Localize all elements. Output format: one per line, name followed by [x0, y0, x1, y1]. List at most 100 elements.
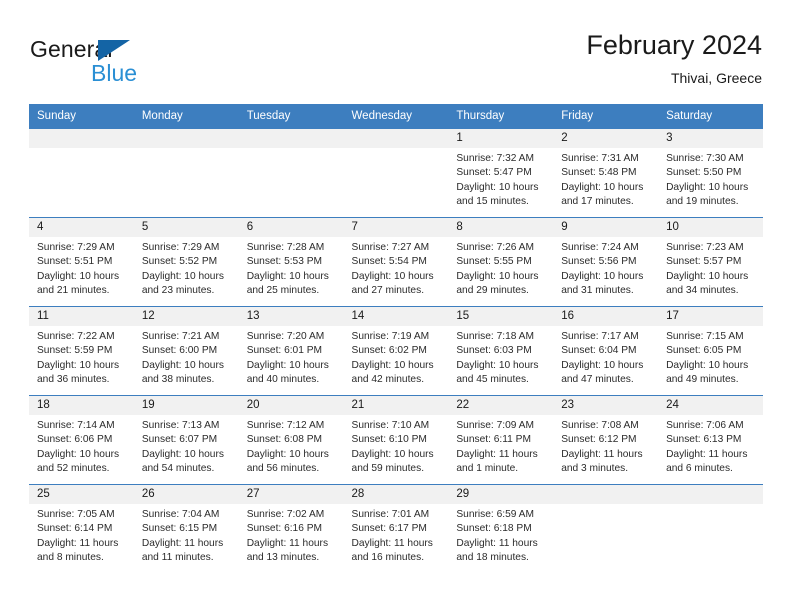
calendar-day-cell-empty — [658, 484, 763, 573]
page-header: General Blue February 2024 Thivai, Greec… — [30, 30, 762, 98]
day-number: 28 — [351, 487, 365, 500]
calendar-day-cell[interactable]: 28 Sunrise: 7:01 AM Sunset: 6:17 PM Dayligh… — [343, 484, 449, 573]
sunset-text: Sunset: 6:16 PM — [246, 523, 323, 535]
calendar-grid: Sunday Monday Tuesday Wednesday Thursday… — [29, 104, 763, 573]
weekday-header-sunday: Sunday — [37, 110, 77, 122]
calendar-day-cell[interactable]: 5 Sunrise: 7:29 AM Sunset: 5:52 PM Daylight… — [133, 217, 239, 306]
calendar-day-cell[interactable]: 26 Sunrise: 7:04 AM Sunset: 6:15 PM Dayligh… — [133, 484, 239, 573]
daylight-text-line1: Daylight: 10 hours — [561, 181, 644, 193]
sunrise-text: Sunrise: 7:29 AM — [141, 241, 220, 253]
calendar-day-cell[interactable]: 1 Sunrise: 7:32 AM Sunset: 5:47 PM Daylight… — [448, 128, 554, 217]
sunrise-text: Sunrise: 7:20 AM — [246, 330, 325, 342]
sunrise-text: Sunrise: 7:12 AM — [246, 419, 325, 431]
sunrise-text: Sunrise: 7:28 AM — [246, 241, 325, 253]
day-number: 9 — [561, 220, 568, 233]
day-number: 29 — [456, 487, 470, 500]
logo-text-blue: Blue — [91, 60, 138, 86]
sunrise-text: Sunrise: 7:08 AM — [561, 419, 639, 431]
day-number: 14 — [351, 309, 365, 322]
calendar-day-cell[interactable]: 3 Sunrise: 7:30 AM Sunset: 5:50 PM Daylight… — [658, 128, 763, 217]
day-number: 23 — [561, 398, 575, 411]
calendar-day-cell[interactable]: 8 Sunrise: 7:26 AM Sunset: 5:55 PM Daylight… — [448, 217, 554, 306]
calendar-day-cell[interactable]: 4 Sunrise: 7:29 AM Sunset: 5:51 PM Daylight… — [29, 217, 134, 306]
day-sun-info: Sunrise: 7:26 AM Sunset: 5:55 PM Daylight:… — [448, 237, 553, 299]
day-sun-info: Sunrise: 7:20 AM Sunset: 6:01 PM Daylight:… — [239, 326, 344, 388]
calendar-day-cell[interactable]: 17 Sunrise: 7:15 AM Sunset: 6:05 PM Dayligh… — [658, 306, 763, 395]
daylight-text-line1: Daylight: 11 hours — [456, 448, 538, 460]
day-sun-info — [344, 148, 449, 152]
daylight-text-line1: Daylight: 10 hours — [561, 270, 644, 282]
general-blue-logo[interactable]: General Blue — [30, 36, 260, 92]
day-sun-info: Sunrise: 7:12 AM Sunset: 6:08 PM Daylight:… — [239, 415, 344, 477]
calendar-day-cell[interactable]: 20 Sunrise: 7:12 AM Sunset: 6:08 PM Dayligh… — [238, 395, 344, 484]
calendar-day-cell[interactable]: 22 Sunrise: 7:09 AM Sunset: 6:11 PM Dayligh… — [448, 395, 554, 484]
day-number-band: 11 — [29, 306, 134, 326]
day-number: 21 — [351, 398, 365, 411]
calendar-day-cell[interactable]: 18 Sunrise: 7:14 AM Sunset: 6:06 PM Dayligh… — [29, 395, 134, 484]
sunrise-text: Sunrise: 7:14 AM — [37, 419, 115, 431]
day-sun-info: Sunrise: 7:23 AM Sunset: 5:57 PM Daylight:… — [658, 237, 763, 299]
calendar-day-cell[interactable]: 12 Sunrise: 7:21 AM Sunset: 6:00 PM Dayligh… — [133, 306, 239, 395]
calendar-day-cell[interactable]: 15 Sunrise: 7:18 AM Sunset: 6:03 PM Dayligh… — [448, 306, 554, 395]
day-sun-info: Sunrise: 7:29 AM Sunset: 5:52 PM Daylight:… — [134, 237, 239, 299]
sunrise-text: Sunrise: 7:13 AM — [141, 419, 220, 431]
sunrise-text: Sunrise: 7:10 AM — [351, 419, 430, 431]
calendar-day-cell[interactable]: 25 Sunrise: 7:05 AM Sunset: 6:14 PM Dayligh… — [29, 484, 134, 573]
sunset-text: Sunset: 6:12 PM — [561, 434, 637, 446]
calendar-week-row: 11 Sunrise: 7:22 AM Sunset: 5:59 PM Dayligh… — [29, 305, 763, 395]
sunset-text: Sunset: 6:10 PM — [351, 434, 427, 446]
calendar-day-cell[interactable]: 24 Sunrise: 7:06 AM Sunset: 6:13 PM Dayligh… — [658, 395, 763, 484]
calendar-day-cell[interactable]: 16 Sunrise: 7:17 AM Sunset: 6:04 PM Dayligh… — [553, 306, 659, 395]
weekday-header-friday: Friday — [561, 110, 594, 122]
calendar-day-cell[interactable]: 2 Sunrise: 7:31 AM Sunset: 5:48 PM Daylight… — [553, 128, 659, 217]
daylight-text-line1: Daylight: 10 hours — [141, 359, 224, 371]
weekday-header-monday: Monday — [141, 110, 183, 122]
calendar-day-cell[interactable]: 21 Sunrise: 7:10 AM Sunset: 6:10 PM Dayligh… — [343, 395, 449, 484]
day-sun-info: Sunrise: 7:05 AM Sunset: 6:14 PM Daylight:… — [29, 504, 134, 566]
day-sun-info — [134, 148, 239, 152]
day-number-band: 15 — [448, 306, 554, 326]
daylight-text-line1: Daylight: 11 hours — [141, 537, 224, 549]
sunrise-text: Sunrise: 6:59 AM — [456, 508, 534, 520]
sunrise-text: Sunrise: 7:01 AM — [351, 508, 430, 520]
day-sun-info: Sunrise: 7:15 AM Sunset: 6:05 PM Daylight:… — [658, 326, 763, 388]
daylight-text-line1: Daylight: 10 hours — [246, 448, 329, 460]
day-number-band: 27 — [238, 484, 344, 504]
calendar-day-cell[interactable]: 23 Sunrise: 7:08 AM Sunset: 6:12 PM Dayligh… — [553, 395, 659, 484]
calendar-day-cell[interactable]: 11 Sunrise: 7:22 AM Sunset: 5:59 PM Dayligh… — [29, 306, 134, 395]
sunset-text: Sunset: 6:18 PM — [456, 523, 532, 535]
day-number: 4 — [37, 220, 44, 233]
sunset-text: Sunset: 5:55 PM — [456, 256, 532, 268]
sunset-text: Sunset: 6:15 PM — [141, 523, 218, 535]
day-sun-info: Sunrise: 7:31 AM Sunset: 5:48 PM Daylight:… — [553, 148, 658, 210]
weekday-header-tuesday: Tuesday — [246, 110, 291, 122]
calendar-day-cell[interactable]: 13 Sunrise: 7:20 AM Sunset: 6:01 PM Dayligh… — [238, 306, 344, 395]
calendar-day-cell[interactable]: 14 Sunrise: 7:19 AM Sunset: 6:02 PM Dayligh… — [343, 306, 449, 395]
day-sun-info — [658, 504, 763, 508]
calendar-week-row: 1 Sunrise: 7:32 AM Sunset: 5:47 PM Daylight… — [29, 128, 763, 217]
sunset-text: Sunset: 5:50 PM — [666, 167, 742, 179]
sunset-text: Sunset: 6:06 PM — [37, 434, 113, 446]
daylight-text-line2: and 59 minutes. — [351, 463, 425, 475]
daylight-text-line2: and 34 minutes. — [666, 285, 739, 297]
day-number: 19 — [141, 398, 155, 411]
sunset-text: Sunset: 6:01 PM — [246, 345, 323, 357]
calendar-day-cell[interactable]: 19 Sunrise: 7:13 AM Sunset: 6:07 PM Dayligh… — [133, 395, 239, 484]
calendar-day-cell[interactable]: 29 Sunrise: 6:59 AM Sunset: 6:18 PM Dayligh… — [448, 484, 554, 573]
calendar-day-cell[interactable]: 27 Sunrise: 7:02 AM Sunset: 6:16 PM Dayligh… — [238, 484, 344, 573]
day-number-band: 6 — [238, 217, 344, 237]
sunrise-text: Sunrise: 7:15 AM — [666, 330, 744, 342]
calendar-day-cell[interactable]: 7 Sunrise: 7:27 AM Sunset: 5:54 PM Daylight… — [343, 217, 449, 306]
daylight-text-line2: and 56 minutes. — [246, 463, 320, 475]
day-sun-info — [239, 148, 344, 152]
sunset-text: Sunset: 6:02 PM — [351, 345, 427, 357]
daylight-text-line2: and 11 minutes. — [141, 552, 214, 564]
day-sun-info: Sunrise: 7:04 AM Sunset: 6:15 PM Daylight:… — [134, 504, 239, 566]
day-number-band — [553, 484, 659, 504]
calendar-day-cell[interactable]: 9 Sunrise: 7:24 AM Sunset: 5:56 PM Daylight… — [553, 217, 659, 306]
daylight-text-line1: Daylight: 11 hours — [666, 448, 748, 460]
calendar-day-cell[interactable]: 6 Sunrise: 7:28 AM Sunset: 5:53 PM Daylight… — [238, 217, 344, 306]
day-number: 10 — [666, 220, 679, 233]
calendar-day-cell[interactable]: 10 Sunrise: 7:23 AM Sunset: 5:57 PM Dayligh… — [658, 217, 763, 306]
daylight-text-line1: Daylight: 10 hours — [456, 181, 539, 193]
